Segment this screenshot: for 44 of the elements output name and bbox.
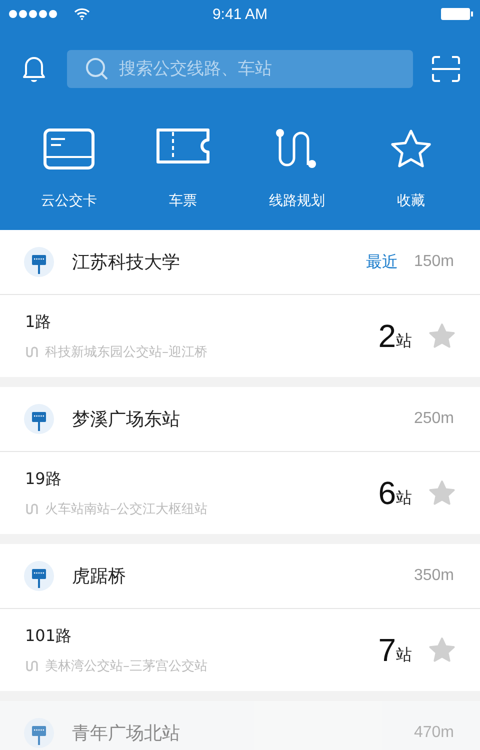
line-name[interactable]: 101路 xyxy=(25,626,378,646)
status-time: 9:41 AM xyxy=(211,6,269,22)
route-icon xyxy=(25,660,39,672)
stops-count: 6 xyxy=(378,474,396,512)
star-icon[interactable] xyxy=(428,322,456,350)
signal-icon xyxy=(8,9,60,19)
station-name[interactable]: 虎踞桥 xyxy=(72,564,414,588)
route-icon xyxy=(25,502,39,514)
route-text: 火车站南站–公交江大枢纽站 xyxy=(45,500,208,518)
recent-tag: 最近 xyxy=(366,252,398,272)
route-text: 科技新城东园公交站–迎江桥 xyxy=(45,344,208,360)
shortcut-label[interactable]: 云公交卡 xyxy=(41,192,97,210)
distance-text: 350m xyxy=(414,567,454,585)
bus-stop-icon xyxy=(24,247,54,277)
stops-count: 2 xyxy=(378,318,396,354)
search-icon xyxy=(85,57,109,81)
line-name[interactable]: 1路 xyxy=(25,312,378,332)
shortcut-label[interactable]: 线路规划 xyxy=(269,192,325,210)
bus-stop-icon xyxy=(24,561,54,591)
distance-text: 470m xyxy=(414,724,454,742)
bus-stop-icon xyxy=(24,404,54,434)
star-icon[interactable] xyxy=(389,128,433,170)
shortcut-label[interactable]: 车票 xyxy=(169,192,197,210)
distance-text: 150m xyxy=(414,253,454,271)
ticket-icon[interactable] xyxy=(155,128,211,164)
shortcut-label[interactable]: 收藏 xyxy=(397,192,425,210)
route-icon[interactable] xyxy=(275,128,319,170)
route-text: 美林湾公交站–三茅宫公交站 xyxy=(45,658,208,674)
star-icon[interactable] xyxy=(428,479,456,507)
card-icon[interactable] xyxy=(43,128,95,170)
stops-unit: 站 xyxy=(396,330,412,352)
station-name[interactable]: 梦溪广场东站 xyxy=(72,407,414,431)
distance-text: 250m xyxy=(414,410,454,428)
station-name[interactable]: 江苏科技大学 xyxy=(72,250,366,274)
stops-unit: 站 xyxy=(396,644,412,666)
battery-icon xyxy=(440,7,474,21)
line-name[interactable]: 19路 xyxy=(25,468,378,490)
stops-unit: 站 xyxy=(396,488,412,508)
bell-icon[interactable] xyxy=(20,54,48,84)
stops-count: 7 xyxy=(378,632,396,668)
route-icon xyxy=(25,346,39,358)
star-icon[interactable] xyxy=(428,636,456,664)
wifi-icon xyxy=(74,8,90,20)
scan-icon[interactable] xyxy=(432,56,460,82)
